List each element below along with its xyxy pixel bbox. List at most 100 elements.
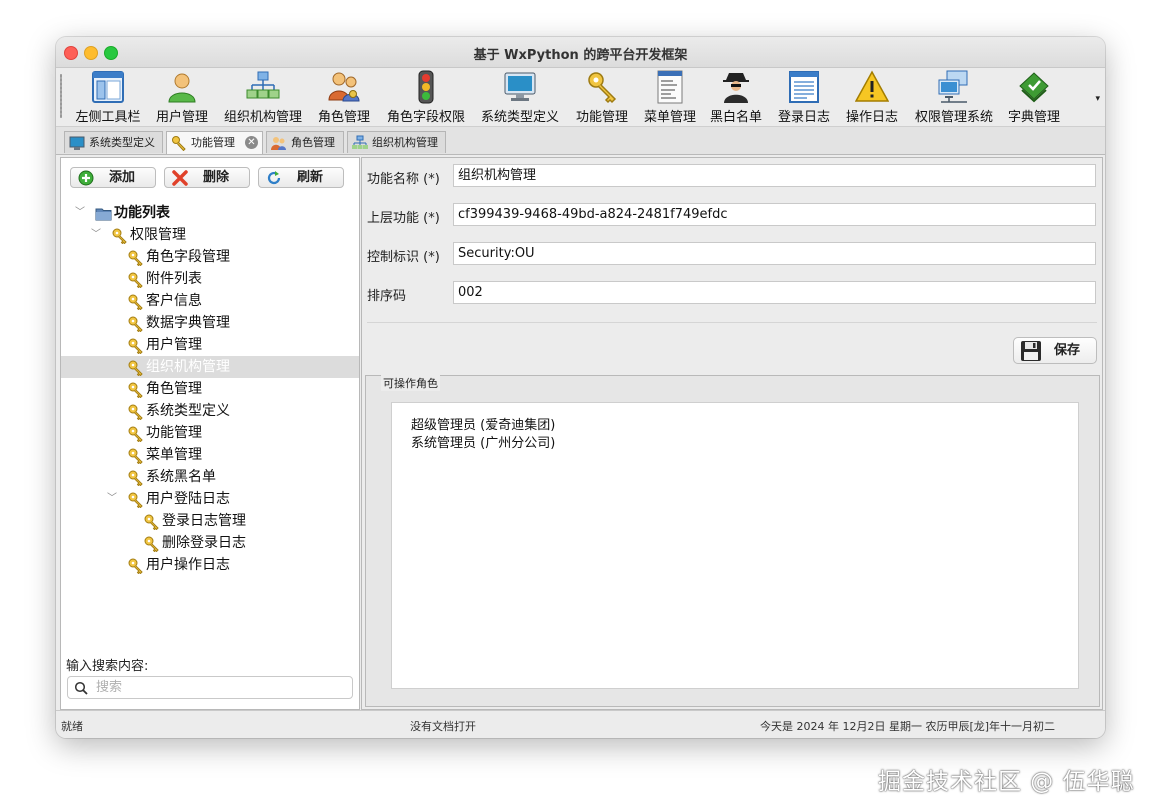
- tree-item[interactable]: 角色字段管理: [61, 246, 359, 268]
- tree-item[interactable]: 系统类型定义: [61, 400, 359, 422]
- toolbar-function-button[interactable]: 功能管理: [572, 70, 632, 125]
- add-button-label: 添加: [109, 170, 136, 185]
- tree-item-label: 附件列表: [146, 271, 202, 287]
- toolbar-role-button[interactable]: 角色管理: [314, 70, 374, 125]
- menu-list-icon: [653, 70, 687, 104]
- expand-toggle-icon[interactable]: ﹀: [75, 202, 85, 224]
- list-item[interactable]: 系统管理员 (广州分公司): [411, 432, 555, 451]
- toolbar-label: 功能管理: [575, 110, 628, 125]
- tree-item-label: 用户管理: [146, 337, 202, 353]
- monitor-icon: [69, 135, 85, 151]
- tab-role-management[interactable]: 角色管理: [266, 131, 344, 153]
- toolbar-label: 组织机构管理: [223, 110, 302, 125]
- add-button[interactable]: 添加: [70, 167, 156, 188]
- tree-item[interactable]: 用户操作日志: [61, 554, 359, 576]
- close-tab-icon[interactable]: ✕: [245, 136, 258, 149]
- delete-icon: [172, 170, 188, 186]
- monitor-icon: [503, 70, 537, 104]
- traffic-light-icon: [409, 70, 443, 104]
- users-icon: [271, 135, 287, 151]
- tree-item[interactable]: 系统黑名单: [61, 466, 359, 488]
- toolbar-label: 左侧工具栏: [75, 110, 141, 125]
- toolbar-permission-system-button[interactable]: 权限管理系统: [912, 70, 996, 125]
- toolbar-login-log-button[interactable]: 登录日志: [774, 70, 834, 125]
- toolbar-label: 登录日志: [777, 110, 830, 125]
- search-field[interactable]: [67, 676, 353, 699]
- tab-system-type[interactable]: 系统类型定义: [64, 131, 163, 153]
- tree-item[interactable]: 登录日志管理: [61, 510, 359, 532]
- delete-button[interactable]: 删除: [164, 167, 250, 188]
- keys-icon: [585, 70, 619, 104]
- save-button[interactable]: 保存: [1013, 337, 1097, 364]
- toolbar-label: 用户管理: [155, 110, 208, 125]
- search-input[interactable]: [94, 678, 348, 697]
- tree-item[interactable]: 组织机构管理: [61, 356, 359, 378]
- user-icon: [165, 70, 199, 104]
- window-title: 基于 WxPython 的跨平台开发框架: [473, 48, 688, 63]
- toolbar-label: 角色字段权限: [386, 110, 465, 125]
- status-bar: 就绪 没有文档打开 今天是 2024 年 12月2日 星期一 农历甲辰[龙]年十…: [56, 710, 1105, 738]
- status-ready: 就绪: [61, 720, 83, 733]
- tab-label: 组织机构管理: [372, 136, 438, 149]
- roles-group-title: 可操作角色: [381, 375, 440, 391]
- list-item[interactable]: 超级管理员 (爱奇迪集团): [411, 414, 555, 433]
- network-computers-icon: [937, 70, 971, 104]
- status-document: 没有文档打开: [410, 720, 476, 733]
- tree-item[interactable]: 用户管理: [61, 334, 359, 356]
- toolbar-label: 权限管理系统: [914, 110, 993, 125]
- tree-item[interactable]: ﹀ 用户登陆日志: [61, 488, 359, 510]
- toolbar-user-button[interactable]: 用户管理: [152, 70, 212, 125]
- toolbar-operation-log-button[interactable]: 操作日志: [842, 70, 902, 125]
- toolbar-org-button[interactable]: 组织机构管理: [222, 70, 304, 125]
- tree-item[interactable]: 数据字典管理: [61, 312, 359, 334]
- toolbar-blacklist-button[interactable]: 黑白名单: [708, 70, 764, 125]
- tree-item-label: 组织机构管理: [146, 359, 230, 375]
- tree-item[interactable]: 附件列表: [61, 268, 359, 290]
- toolbar-menu-button[interactable]: 菜单管理: [642, 70, 698, 125]
- tree-item[interactable]: 删除登录日志: [61, 532, 359, 554]
- tree-item[interactable]: 菜单管理: [61, 444, 359, 466]
- tree-item-label: 菜单管理: [146, 447, 202, 463]
- keys-icon: [127, 425, 144, 443]
- toolbar-role-field-button[interactable]: 角色字段权限: [384, 70, 468, 125]
- tree-item[interactable]: ﹀ 权限管理: [61, 224, 359, 246]
- tree-item-label: 角色字段管理: [146, 249, 230, 265]
- parent-function-input[interactable]: cf399439-9468-49bd-a824-2481f749efdc: [453, 203, 1096, 226]
- folder-icon: [95, 205, 112, 222]
- parent-function-label: 上层功能 (*): [367, 211, 440, 226]
- keys-icon: [127, 381, 144, 399]
- tree-item[interactable]: 客户信息: [61, 290, 359, 312]
- toolbar-system-type-button[interactable]: 系统类型定义: [478, 70, 562, 125]
- tree-item-label: 用户登陆日志: [146, 491, 230, 507]
- tree-item-label: 系统黑名单: [146, 469, 216, 485]
- toolbar-grip[interactable]: [60, 74, 62, 118]
- function-name-input[interactable]: 组织机构管理: [453, 164, 1096, 187]
- org-chart-icon: [246, 70, 280, 104]
- tree-item[interactable]: 角色管理: [61, 378, 359, 400]
- roles-group: 可操作角色 超级管理员 (爱奇迪集团) 系统管理员 (广州分公司): [365, 375, 1100, 707]
- toolbar-left-toolbar-button[interactable]: 左侧工具栏: [74, 70, 142, 125]
- toolbar-dictionary-button[interactable]: 字典管理: [1004, 70, 1064, 125]
- title-bar: 基于 WxPython 的跨平台开发框架: [56, 37, 1105, 68]
- function-name-label: 功能名称 (*): [367, 172, 440, 187]
- function-tree-panel: 添加 删除 刷新 ﹀ 功能列表 ﹀ 权限管理 角色字段管理 附件列表 客户信息 数据字典管理用…: [60, 157, 360, 710]
- keys-icon: [127, 249, 144, 267]
- divider: [367, 322, 1097, 323]
- refresh-icon: [266, 170, 282, 186]
- tree-item[interactable]: ﹀ 功能列表: [61, 202, 359, 224]
- expand-toggle-icon[interactable]: ﹀: [91, 224, 101, 246]
- toolbar-overflow-button[interactable]: ▾: [1095, 94, 1100, 104]
- roles-list[interactable]: 超级管理员 (爱奇迪集团) 系统管理员 (广州分公司): [391, 402, 1079, 689]
- keys-icon: [127, 403, 144, 421]
- tab-function-management[interactable]: 功能管理 ✕: [166, 131, 263, 154]
- toolbar-label: 角色管理: [317, 110, 370, 125]
- tree-item[interactable]: 功能管理: [61, 422, 359, 444]
- refresh-button[interactable]: 刷新: [258, 167, 344, 188]
- tab-org-management[interactable]: 组织机构管理: [347, 131, 446, 153]
- control-id-input[interactable]: Security:OU: [453, 242, 1096, 265]
- toolbar-label: 菜单管理: [643, 110, 696, 125]
- sort-code-input[interactable]: 002: [453, 281, 1096, 304]
- search-icon: [74, 680, 88, 695]
- tree-item-label: 系统类型定义: [146, 403, 230, 419]
- expand-toggle-icon[interactable]: ﹀: [107, 488, 117, 510]
